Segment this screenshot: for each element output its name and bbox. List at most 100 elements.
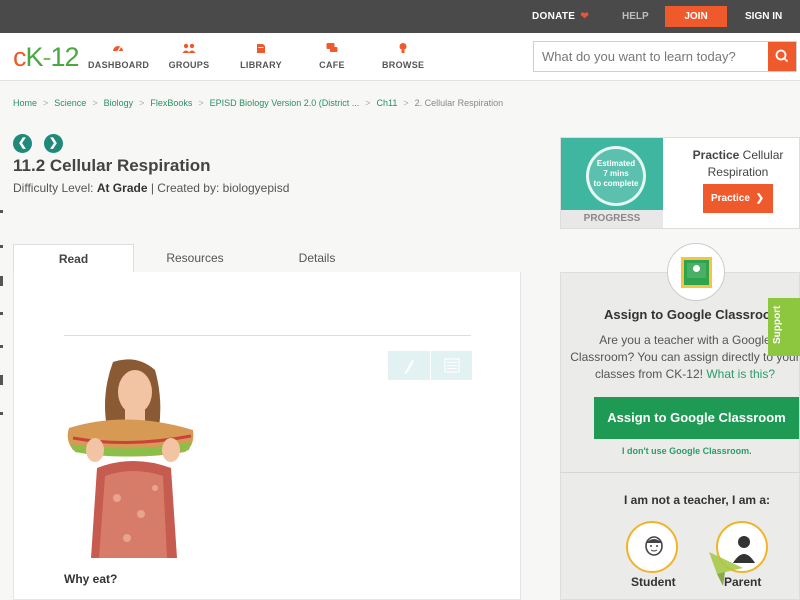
practice-title: Practice Cellular Respiration	[679, 147, 797, 181]
breadcrumb-book[interactable]: EPISD Biology Version 2.0 (District ...	[210, 98, 360, 108]
breadcrumb-separator-icon: >	[43, 98, 49, 108]
search-box	[533, 41, 797, 72]
assign-google-classroom-button[interactable]: Assign to Google Classroom	[594, 397, 799, 439]
previous-arrow-button[interactable]: ❮	[13, 134, 32, 153]
top-bar: DONATE ❤ HELP JOIN SIGN IN	[0, 0, 800, 33]
notes-button[interactable]	[430, 351, 472, 380]
nav-groups[interactable]: GROUPS	[168, 42, 210, 70]
support-tab[interactable]: Support	[768, 298, 800, 356]
progress-label: PROGRESS	[561, 210, 663, 228]
student-role-button[interactable]	[626, 521, 678, 573]
page-title: 11.2 Cellular Respiration	[13, 156, 211, 175]
breadcrumb-home[interactable]: Home	[13, 98, 37, 108]
search-icon	[775, 49, 789, 63]
pencil-icon	[404, 360, 414, 375]
difficulty-value: At Grade	[96, 181, 148, 195]
logo-dash: -	[42, 42, 52, 72]
breadcrumb-science[interactable]: Science	[54, 98, 86, 108]
google-classroom-icon	[681, 257, 712, 288]
annotation-toolbar	[388, 351, 472, 380]
google-classroom-logo	[667, 243, 725, 301]
groups-icon	[182, 43, 196, 53]
breadcrumb-separator-icon: >	[365, 98, 371, 108]
breadcrumb-separator-icon: >	[92, 98, 98, 108]
student-label: Student	[631, 575, 676, 589]
breadcrumb-separator-icon: >	[198, 98, 204, 108]
donate-label: DONATE	[532, 11, 576, 22]
search-input[interactable]	[542, 49, 762, 64]
section-heading: Why eat?	[64, 572, 118, 586]
donate-link[interactable]: DONATE ❤	[532, 11, 589, 22]
nav-groups-label: GROUPS	[168, 60, 210, 70]
page-subtitle: Difficulty Level: At Grade | Created by:…	[13, 181, 289, 195]
heart-icon: ❤	[580, 11, 590, 22]
assign-description: Are you a teacher with a Google Classroo…	[570, 332, 800, 384]
nav-library-label: LIBRARY	[240, 60, 282, 70]
student-icon	[645, 536, 663, 556]
logo-c: c	[13, 42, 26, 72]
breadcrumb-separator-icon: >	[139, 98, 145, 108]
breadcrumb-current: 2. Cellular Respiration	[414, 98, 504, 108]
edge-mark	[0, 312, 3, 315]
nav-dashboard-label: DASHBOARD	[88, 60, 150, 70]
estimated-label: Estimated	[596, 159, 636, 168]
chevron-right-icon: ❯	[755, 193, 764, 204]
ck12-logo[interactable]: cK-12	[13, 42, 80, 73]
notes-icon	[444, 358, 460, 373]
edge-mark	[0, 245, 3, 248]
search-button[interactable]	[768, 42, 796, 71]
read-content: Why eat?	[13, 272, 521, 600]
share-paper-plane-icon[interactable]	[709, 548, 743, 588]
dont-use-google-classroom-link[interactable]: I don't use Google Classroom.	[622, 446, 752, 456]
practice-progress-image: Estimated 7 mins to complete PROGRESS	[561, 138, 663, 228]
breadcrumb-biology[interactable]: Biology	[104, 98, 134, 108]
practice-title-bold: Practice	[692, 148, 740, 162]
estimated-mins: 7 mins	[603, 169, 629, 178]
practice-button[interactable]: Practice ❯	[703, 184, 773, 213]
content-divider	[64, 335, 471, 336]
highlight-button[interactable]	[388, 351, 430, 380]
browse-icon	[399, 43, 407, 53]
breadcrumb: Home > Science > Biology > FlexBooks > EPISD Bio…	[13, 98, 503, 108]
logo-num: 12	[50, 42, 80, 72]
what-is-this-link[interactable]: What is this?	[706, 367, 775, 381]
created-by: | Created by: biologyepisd	[147, 181, 290, 195]
woman-sandwich-image	[67, 359, 194, 558]
next-arrow-button[interactable]: ❯	[44, 134, 63, 153]
edge-mark	[0, 412, 3, 415]
help-link[interactable]: HELP	[622, 11, 649, 22]
tab-read[interactable]: Read	[13, 244, 134, 272]
edge-mark	[0, 210, 3, 213]
practice-button-label: Practice	[711, 193, 750, 204]
breadcrumb-chapter[interactable]: Ch11	[377, 98, 398, 108]
nav-cafe-label: CAFE	[319, 60, 345, 70]
edge-mark	[0, 375, 3, 385]
not-teacher-label: I am not a teacher, I am a:	[624, 493, 771, 507]
chevron-left-icon: ❮	[17, 137, 28, 149]
join-button[interactable]: JOIN	[665, 6, 727, 27]
nav-browse[interactable]: BROWSE	[382, 42, 424, 70]
logo-k: K	[25, 42, 44, 72]
dashboard-icon	[113, 46, 123, 52]
edge-mark	[0, 276, 3, 286]
cafe-icon	[326, 43, 338, 52]
practice-card: Estimated 7 mins to complete PROGRESS Pr…	[560, 137, 800, 229]
nav-library[interactable]: LIBRARY	[240, 42, 282, 70]
chevron-right-icon: ❯	[48, 137, 59, 149]
main-nav: cK-12 DASHBOARD GROUPS LIBRARY CAFE BROW…	[0, 33, 800, 81]
library-icon	[257, 44, 265, 53]
nav-cafe[interactable]: CAFE	[318, 42, 346, 70]
tab-resources[interactable]: Resources	[153, 244, 237, 272]
tab-details[interactable]: Details	[285, 244, 349, 272]
estimate-text: Estimated 7 mins to complete	[586, 159, 646, 189]
estimated-complete: to complete	[593, 179, 639, 188]
nav-dashboard[interactable]: DASHBOARD	[88, 42, 150, 70]
nav-browse-label: BROWSE	[382, 60, 425, 70]
breadcrumb-flexbooks[interactable]: FlexBooks	[150, 98, 192, 108]
panel-divider	[560, 472, 800, 473]
edge-mark	[0, 345, 3, 348]
sign-in-link[interactable]: SIGN IN	[745, 11, 782, 22]
person-shape	[693, 265, 700, 272]
content-tabs: Read Resources Details	[13, 244, 521, 272]
support-label: Support	[772, 305, 783, 344]
